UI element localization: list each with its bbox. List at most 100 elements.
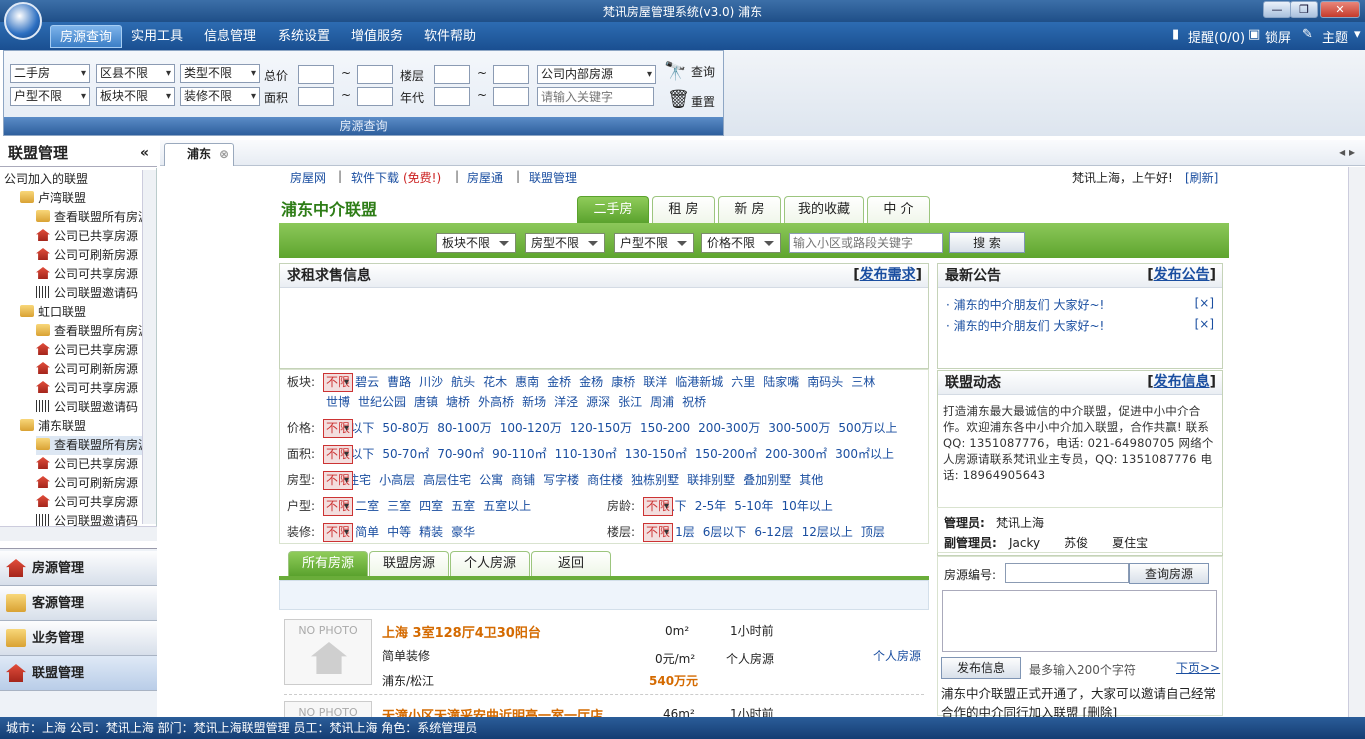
post-notice-link[interactable]: [发布公告] — [1147, 264, 1216, 284]
theme-dropdown-icon[interactable]: ▾ — [1354, 27, 1361, 42]
filter-option[interactable]: 50-80万 — [382, 421, 429, 435]
nav-alliance[interactable]: 联盟管理 — [0, 656, 157, 691]
house-code-input[interactable] — [1005, 563, 1129, 583]
tab-scroll-icon[interactable]: ◂ ▸ — [1339, 145, 1355, 159]
block-select[interactable]: 板块不限 — [96, 87, 175, 106]
gbar-room-select[interactable]: 房型不限 — [525, 233, 605, 253]
no-photo-thumbnail[interactable]: NO PHOTO — [284, 701, 372, 717]
filter-option[interactable]: 150-200㎡ — [695, 447, 757, 461]
filter-option[interactable]: 外高桥 — [478, 395, 514, 409]
tree-vertical-scrollbar[interactable] — [142, 170, 156, 524]
floor-max-input[interactable] — [493, 65, 529, 84]
filter-option[interactable]: 顶层 — [861, 525, 885, 539]
filter-option[interactable]: 商住楼 — [587, 473, 623, 487]
gbar-keyword-input[interactable] — [789, 233, 943, 253]
filter-option[interactable]: 50-70㎡ — [382, 447, 429, 461]
listing-kind-link[interactable]: 个人房源 — [873, 647, 921, 664]
filter-option[interactable]: 500万以上 — [838, 421, 897, 435]
filter-option[interactable]: 70-90㎡ — [437, 447, 484, 461]
tree-item[interactable]: 查看联盟所有房源 — [36, 436, 151, 455]
tab-alliance-houses[interactable]: 联盟房源 — [369, 551, 449, 576]
tree-item[interactable]: 公司加入的联盟 — [4, 170, 88, 189]
filter-option[interactable]: 精装 — [419, 525, 443, 539]
content-scrollbar[interactable] — [1348, 167, 1365, 717]
tree-item[interactable]: 公司已共享房源 — [36, 341, 138, 360]
nav-house[interactable]: 房源管理 — [0, 551, 157, 586]
price-max-input[interactable] — [357, 65, 393, 84]
decoration-select[interactable]: 装修不限 — [180, 87, 260, 106]
tree-item[interactable]: 公司已共享房源 — [36, 455, 138, 474]
filter-option[interactable]: 五室 — [451, 499, 475, 513]
query-button[interactable]: 查询 — [691, 63, 715, 80]
link-house-net[interactable]: 房屋网 — [290, 169, 326, 186]
tab-close-icon[interactable]: ⊗ — [219, 144, 229, 165]
notice-item-text[interactable]: 浦东的中介朋友们 大家好~! — [954, 319, 1105, 333]
filter-option[interactable]: 四室 — [419, 499, 443, 513]
filter-option[interactable]: 不限 — [643, 523, 674, 542]
layout-select[interactable]: 户型不限 — [10, 87, 90, 106]
tree-item[interactable]: 公司可刷新房源 — [36, 474, 138, 493]
filter-option[interactable]: 张江 — [618, 395, 642, 409]
filter-option[interactable]: 金桥 — [547, 375, 571, 389]
tree-item[interactable]: 公司联盟邀请码 — [36, 284, 138, 303]
filter-option[interactable]: 康桥 — [611, 375, 635, 389]
filter-option[interactable]: 不限 — [323, 471, 354, 490]
filter-option[interactable]: 二室 — [355, 499, 379, 513]
refresh-link[interactable]: [刷新] — [1185, 169, 1218, 186]
filter-option[interactable]: 12层以上 — [802, 525, 853, 539]
year-min-input[interactable] — [434, 87, 470, 106]
filter-option[interactable]: 陆家嘴 — [763, 375, 799, 389]
filter-option[interactable]: 惠南 — [515, 375, 539, 389]
menu-help[interactable]: 软件帮助 — [415, 25, 485, 48]
listing-title[interactable]: 上海 3室128厅4卫30阳台 — [382, 622, 541, 641]
reminder-button[interactable]: 提醒(0/0) — [1188, 27, 1245, 46]
filter-option[interactable]: 中等 — [387, 525, 411, 539]
filter-option[interactable]: 100-120万 — [500, 421, 562, 435]
tree-horizontal-scrollbar[interactable] — [0, 526, 157, 541]
filter-option[interactable]: 唐镇 — [414, 395, 438, 409]
filter-option[interactable]: 世纪公园 — [358, 395, 406, 409]
reset-button[interactable]: 重置 — [691, 93, 715, 110]
notice-item[interactable]: · 浦东的中介朋友们 大家好~! — [946, 317, 1104, 334]
tree-item[interactable]: 查看联盟所有房源 — [36, 322, 150, 341]
filter-option[interactable]: 世博 — [326, 395, 350, 409]
next-page-link[interactable]: 下页>> — [1176, 659, 1220, 676]
filter-option[interactable]: 六里 — [731, 375, 755, 389]
tree-item[interactable]: 公司已共享房源 — [36, 227, 138, 246]
district-select[interactable]: 区县不限 — [96, 64, 175, 83]
notice-close[interactable]: [×] — [1195, 317, 1214, 331]
theme-button[interactable]: 主题 — [1322, 27, 1348, 46]
tab-rent[interactable]: 租 房 — [652, 196, 715, 223]
filter-option[interactable]: 150-200 — [640, 421, 690, 435]
filter-option[interactable]: 简单 — [355, 525, 379, 539]
gbar-search-button[interactable]: 搜 索 — [949, 232, 1025, 253]
tab-pudong[interactable]: 浦东 ⊗ — [164, 143, 234, 166]
filter-option[interactable]: 80-100万 — [437, 421, 492, 435]
filter-option[interactable]: 三林 — [851, 375, 875, 389]
filter-option[interactable]: 豪华 — [451, 525, 475, 539]
tab-favorites[interactable]: 我的收藏 — [784, 196, 864, 223]
filter-option[interactable]: 不限 — [323, 523, 354, 542]
filter-option[interactable]: 叠加别墅 — [743, 473, 791, 487]
filter-option[interactable]: 曹路 — [387, 375, 411, 389]
tree-item[interactable]: 公司可共享房源 — [36, 265, 138, 284]
filter-option[interactable]: 不限 — [323, 497, 354, 516]
notice-close[interactable]: [×] — [1195, 296, 1214, 310]
filter-option[interactable]: 五室以上 — [483, 499, 531, 513]
filter-option[interactable]: 三室 — [387, 499, 411, 513]
filter-option[interactable]: 300-500万 — [768, 421, 830, 435]
menu-settings[interactable]: 系统设置 — [269, 25, 339, 48]
filter-option[interactable]: 不限 — [323, 373, 354, 392]
tree-item[interactable]: 卢湾联盟 — [20, 189, 86, 208]
filter-option[interactable]: 临港新城 — [675, 375, 723, 389]
source-select[interactable]: 公司内部房源 — [537, 65, 656, 84]
minimize-button[interactable]: — — [1263, 1, 1291, 18]
post-request-text[interactable]: 发布需求 — [860, 267, 916, 283]
filter-option[interactable]: 不限 — [323, 445, 354, 464]
filter-option[interactable]: 1层 — [675, 525, 695, 539]
gbar-layout-select[interactable]: 户型不限 — [614, 233, 694, 253]
tab-all-houses[interactable]: 所有房源 — [288, 551, 368, 576]
tab-back[interactable]: 返回 — [531, 551, 611, 576]
link-software-download[interactable]: 软件下载 — [351, 169, 399, 186]
tab-personal-houses[interactable]: 个人房源 — [450, 551, 530, 576]
